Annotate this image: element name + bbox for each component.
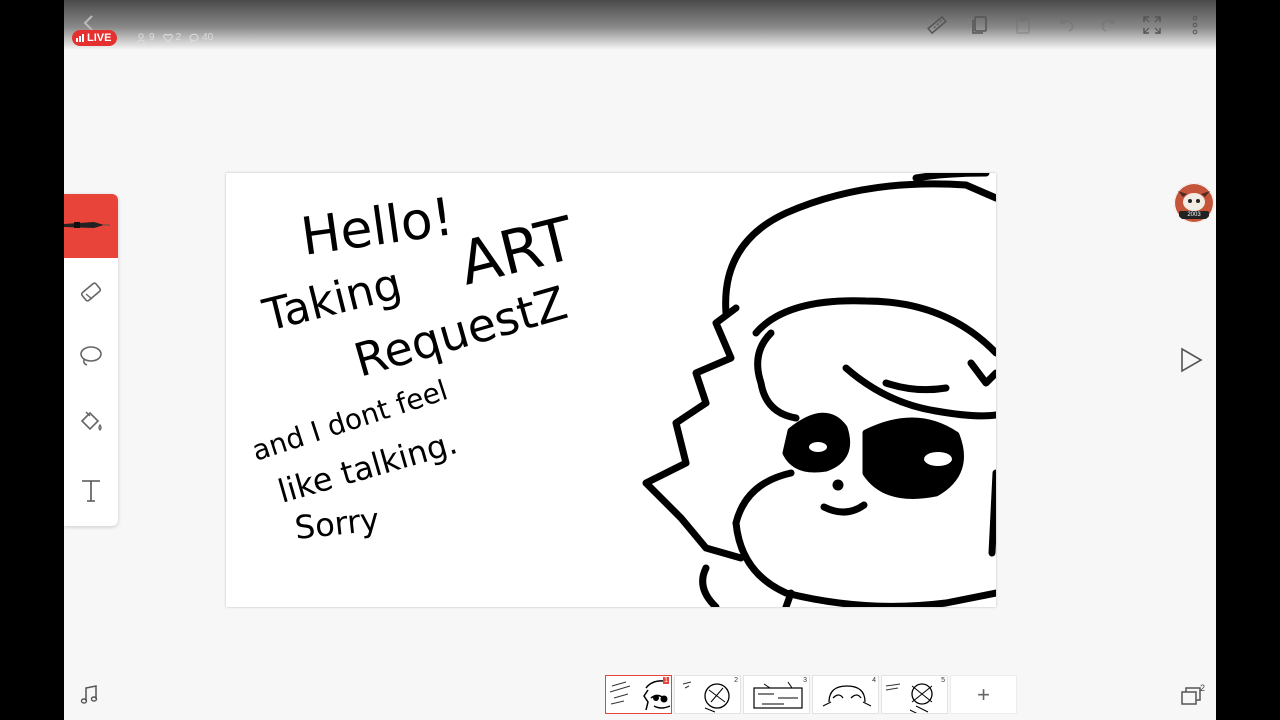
fullscreen-icon[interactable] [1130,10,1173,40]
text-hello: Hello! [297,187,457,268]
ruler-icon[interactable] [915,10,958,40]
layers-button[interactable]: 2 [1179,683,1205,709]
pen-tool[interactable] [64,194,118,258]
frame-number: 3 [803,677,807,684]
comments-stat: 40 [189,31,213,45]
frame-preview [822,685,872,707]
eraser-tool[interactable] [64,260,118,324]
fill-tool[interactable] [64,390,118,454]
redo-icon[interactable] [1087,10,1130,40]
frame-preview [885,683,933,713]
frame-thumbnail[interactable]: 5 [881,675,948,714]
likes-count: 2 [175,32,182,43]
add-frame-button[interactable]: + [950,675,1017,714]
likes-stat: 2 [162,31,182,45]
play-icon[interactable] [1176,346,1204,374]
frame-number: 5 [941,677,945,684]
lasso-tool[interactable] [64,324,118,388]
text-art: ART [453,204,582,300]
copy-icon[interactable] [958,10,1001,40]
frame-preview [609,680,671,711]
drawing-canvas[interactable]: Hello! Taking ART RequestZ and I dont fe… [226,173,996,607]
frame-thumbnail[interactable]: 3 [743,675,810,714]
comments-count: 40 [202,32,214,43]
frame-number: 1 [663,677,669,684]
avatar-tag: 2003 [1179,211,1209,219]
canvas-drawing: Hello! Taking ART RequestZ and I dont fe… [248,173,996,607]
frame-strip: 1 2 3 4 5 + [605,675,1017,714]
lasso-icon [80,346,102,366]
character-sketch [642,173,996,607]
eraser-icon [80,282,102,302]
viewers-stat: 9 [136,31,155,45]
text-tool[interactable] [64,458,118,522]
paint-bucket-icon [80,411,102,431]
live-signal-icon [76,34,84,42]
undo-icon[interactable] [1044,10,1087,40]
streamer-avatar[interactable]: 2003 [1174,183,1214,223]
tool-panel [64,194,118,526]
live-label: LIVE [87,32,112,44]
text-icon [82,480,100,502]
top-toolbar [915,10,1216,40]
viewers-count: 9 [149,32,155,43]
frame-preview [682,681,730,713]
frame-preview [753,681,803,709]
text-sorry: Sorry [293,500,381,547]
paste-icon[interactable] [1001,10,1044,40]
heart-icon [162,33,173,43]
live-badge[interactable]: LIVE [72,30,118,46]
comment-icon [189,33,199,43]
top-bar: LIVE 9 2 40 [64,0,1216,50]
more-icon[interactable] [1173,10,1216,40]
person-icon [136,33,146,43]
frame-thumbnail[interactable]: 1 [605,675,672,714]
drawing-app: LIVE 9 2 40 Hello! Taking ART RequestZ a… [64,0,1216,720]
frame-number: 4 [872,677,876,684]
layers-count: 2 [1199,683,1205,693]
frame-thumbnail[interactable]: 4 [812,675,879,714]
pen-icon [64,222,110,228]
music-icon[interactable] [78,684,100,706]
handwritten-text: Hello! Taking ART RequestZ and I dont fe… [248,187,582,547]
live-stats: 9 2 40 [136,31,213,45]
frame-number: 2 [734,677,738,684]
frame-thumbnail[interactable]: 2 [674,675,741,714]
